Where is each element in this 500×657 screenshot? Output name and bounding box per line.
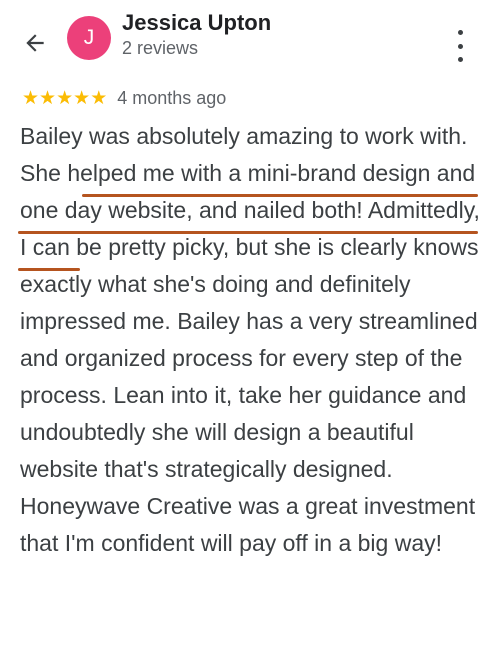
more-options-button[interactable] xyxy=(448,30,472,62)
review-time: 4 months ago xyxy=(117,87,227,108)
star-icon: ★ xyxy=(22,87,40,109)
star-icon: ★ xyxy=(73,87,91,109)
star-icon: ★ xyxy=(56,87,74,109)
star-icon: ★ xyxy=(39,87,57,109)
review-count: 2 reviews xyxy=(122,38,199,58)
avatar-initial: J xyxy=(83,26,95,49)
back-button[interactable] xyxy=(20,28,50,58)
highlight-underline xyxy=(18,268,80,271)
highlight-underline xyxy=(18,231,478,234)
arrow-left-icon xyxy=(26,34,44,52)
review-meta: ★ ★ ★ ★ ★ 4 months ago xyxy=(22,86,226,110)
more-vertical-icon xyxy=(457,30,463,62)
star-icon: ★ xyxy=(90,87,108,109)
highlight-underline xyxy=(82,194,478,197)
star-rating: ★ ★ ★ ★ ★ xyxy=(22,89,107,108)
review-text: Bailey was absolutely amazing to work wi… xyxy=(20,123,480,556)
reviewer-name[interactable]: Jessica Upton xyxy=(122,10,271,36)
avatar[interactable]: J xyxy=(67,16,111,60)
review-header: J Jessica Upton 2 reviews xyxy=(0,0,500,76)
